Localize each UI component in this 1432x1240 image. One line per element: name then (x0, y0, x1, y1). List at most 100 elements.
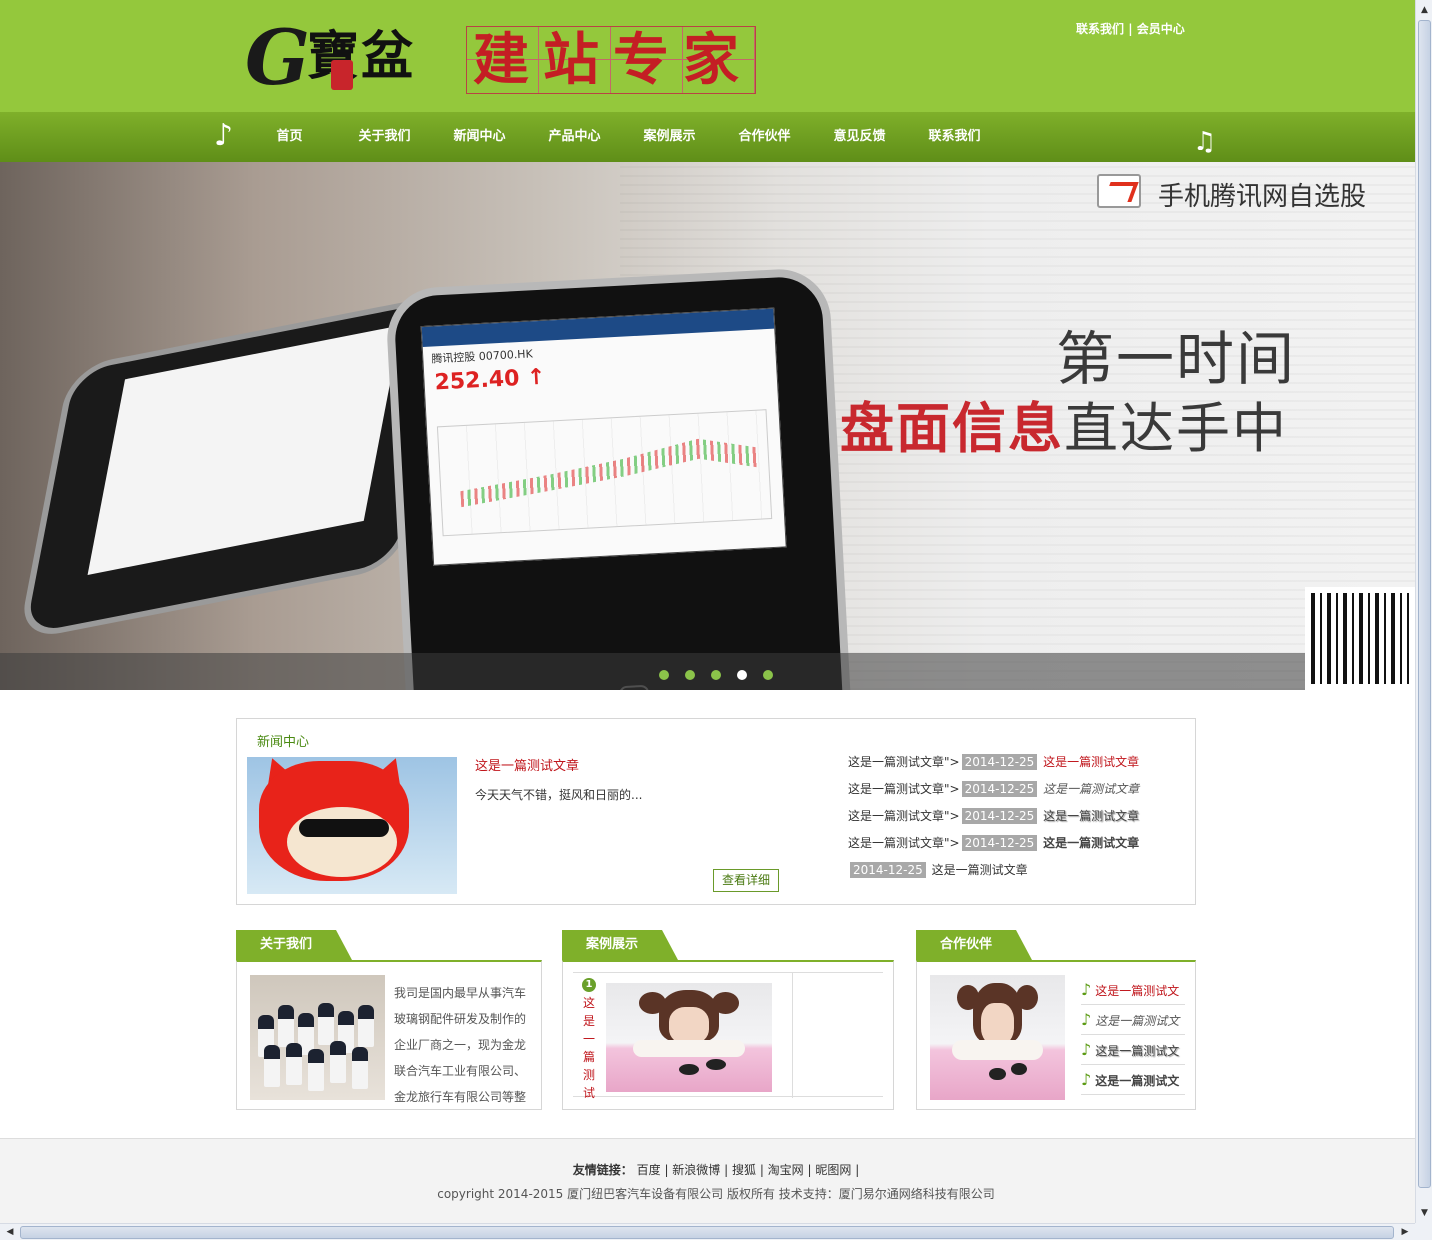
about-body: 我司是国内最早从事汽车玻璃钢配件研发及制作的企业厂商之一，现为金龙联合汽车工业有… (236, 960, 542, 1110)
nav-menu: 首页 关于我们 新闻中心 产品中心 案例展示 合作伙伴 意见反馈 联系我们 (242, 112, 1002, 162)
banner-headline-2-red: 盘面信息 (840, 397, 1064, 460)
slide-dots (659, 670, 773, 680)
nav-item-feedback[interactable]: 意见反馈 (812, 112, 907, 162)
partners-tab[interactable]: 合作伙伴 (916, 930, 1033, 960)
nav-item-products[interactable]: 产品中心 (527, 112, 622, 162)
phone-screen: 腾讯控股 00700.HK 252.40 ↑ (420, 307, 787, 566)
qr-code (1305, 587, 1415, 690)
partner-list-item[interactable]: ♪ 这是一篇测试文 (1081, 1065, 1185, 1095)
news-list-item[interactable]: 这是一篇测试文章"> 2014-12-25 这是一篇测试文章 (848, 803, 1188, 830)
news-list-link[interactable]: 这是一篇测试文章 (932, 863, 1028, 877)
top-link-member[interactable]: 会员中心 (1137, 22, 1185, 36)
news-list-item[interactable]: 这是一篇测试文章"> 2014-12-25 这是一篇测试文章 (848, 830, 1188, 857)
logo-mark: G 寶盆 (243, 18, 461, 98)
news-date-badge: 2014-12-25 (850, 862, 926, 878)
slide-dot-3[interactable] (711, 670, 721, 680)
horizontal-scroll-thumb[interactable] (20, 1226, 1394, 1239)
slide-dot-4[interactable] (737, 670, 747, 680)
case-number-badge: 1 (582, 978, 596, 992)
banner-app-title: 手机腾讯网自选股 (1158, 182, 1367, 212)
friend-link[interactable]: 百度 (637, 1163, 661, 1177)
partner-list: ♪ 这是一篇测试文 ♪ 这是一篇测试文 ♪ 这是一篇测试文 ♪ 这是一篇测试文 (1081, 975, 1185, 1095)
news-list-link[interactable]: 这是一篇测试文章 (1043, 755, 1139, 769)
news-section-title[interactable]: 新闻中心 (257, 731, 309, 750)
nav-item-home[interactable]: 首页 (242, 112, 337, 162)
news-list-item[interactable]: 2014-12-25 这是一篇测试文章 (848, 857, 1188, 884)
news-article-title[interactable]: 这是一篇测试文章 (475, 755, 579, 774)
news-date-badge: 2014-12-25 (961, 781, 1038, 797)
cases-body: 1 这是一篇测试 (562, 960, 894, 1110)
about-group-photo (250, 975, 385, 1100)
scrollbar-corner (1415, 1223, 1432, 1240)
music-note-icon: ♪ (1081, 1070, 1092, 1089)
logo-seal (331, 60, 353, 90)
view-detail-button[interactable]: 查看详细 (713, 869, 779, 892)
site-logo[interactable]: G 寶盆 建站专家 (243, 18, 758, 98)
news-list-link[interactable]: 这是一篇测试文章 (1043, 782, 1139, 796)
news-article-desc: 今天天气不错，挺风和日丽的... (475, 788, 643, 802)
copyright: copyright 2014-2015 厦门纽巴客汽车设备有限公司 版权所有 技… (437, 1187, 995, 1201)
horizontal-scrollbar[interactable]: ◀ ▶ (0, 1223, 1415, 1240)
case-title[interactable]: 这是一篇测试 (583, 994, 597, 1102)
news-list-item[interactable]: 这是一篇测试文章"> 2014-12-25 这是一篇测试文章 (848, 776, 1188, 803)
news-list: 这是一篇测试文章"> 2014-12-25 这是一篇测试文章 这是一篇测试文章">… (848, 749, 1188, 884)
scroll-right-icon[interactable]: ▶ (1397, 1225, 1413, 1239)
slide-dot-2[interactable] (685, 670, 695, 680)
music-note-icon: ♪ (214, 118, 234, 153)
news-list-link[interactable]: 这是一篇测试文章 (1043, 809, 1139, 823)
friend-link[interactable]: 淘宝网 (768, 1163, 804, 1177)
news-date-badge: 2014-12-25 (961, 808, 1038, 824)
slide-dot-1[interactable] (659, 670, 669, 680)
news-section: 新闻中心 这是一篇测试文章 今天天气不错，挺风和日丽的... 查看详细 这是一篇… (236, 718, 1196, 905)
site-footer: 友情链接： 百度 | 新浪微博 | 搜狐 | 淘宝网 | 昵图网 | copyr… (0, 1138, 1415, 1224)
nav-item-cases[interactable]: 案例展示 (622, 112, 717, 162)
top-link-separator: | (1128, 22, 1133, 36)
nav-item-news[interactable]: 新闻中心 (432, 112, 527, 162)
news-date-badge: 2014-12-25 (961, 754, 1038, 770)
case-image[interactable] (606, 983, 772, 1092)
vertical-scrollbar[interactable]: ▲ ▼ (1415, 0, 1432, 1223)
news-list-link[interactable]: 这是一篇测试文章 (1043, 836, 1139, 850)
friend-links: 友情链接： 百度 | 新浪微博 | 搜狐 | 淘宝网 | 昵图网 | (572, 1163, 860, 1177)
friend-link[interactable]: 搜狐 (732, 1163, 756, 1177)
news-thumbnail[interactable] (247, 757, 457, 894)
scroll-down-icon[interactable]: ▼ (1418, 1205, 1431, 1221)
friend-link[interactable]: 新浪微博 (672, 1163, 720, 1177)
banner-headline-2-dark: 直达手中 (1064, 397, 1288, 460)
logo-title-box: 建站专家 (466, 26, 756, 94)
top-link-contact[interactable]: 联系我们 (1076, 22, 1124, 36)
phone-front-image: 腾讯控股 00700.HK 252.40 ↑ (384, 266, 856, 690)
top-links: 联系我们 | 会员中心 (1076, 20, 1185, 37)
logo-brand: 寶盆 (307, 26, 416, 87)
phone-stock-price: 252.40 ↑ (433, 364, 547, 396)
logo-g-letter: G (245, 13, 310, 102)
nav-item-about[interactable]: 关于我们 (337, 112, 432, 162)
case-item[interactable]: 1 这是一篇测试 (573, 972, 883, 1100)
partner-list-item[interactable]: ♪ 这是一篇测试文 (1081, 975, 1185, 1005)
partner-list-item[interactable]: ♪ 这是一篇测试文 (1081, 1005, 1185, 1035)
partner-list-item[interactable]: ♪ 这是一篇测试文 (1081, 1035, 1185, 1065)
stock-app-icon (1097, 174, 1141, 208)
cases-panel: 案例展示 1 这是一篇测试 (562, 930, 894, 1110)
music-note-icon: ♪ (1081, 1010, 1092, 1029)
nav-item-partners[interactable]: 合作伙伴 (717, 112, 812, 162)
partners-panel: 合作伙伴 ♪ 这是一篇测试文 ♪ 这是一篇测试文 ♪ 这是一篇测试文 ♪ 这是一篇测试文 (916, 930, 1196, 1110)
nav-item-contact[interactable]: 联系我们 (907, 112, 1002, 162)
scroll-up-icon[interactable]: ▲ (1418, 2, 1431, 18)
friend-link[interactable]: 昵图网 (815, 1163, 851, 1177)
about-panel: 关于我们 我司是国内最早从事汽车玻璃钢配件研发及制作的企业厂商之一，现为金龙联合… (236, 930, 542, 1110)
logo-title: 建站专家 (473, 27, 753, 93)
slide-dot-5[interactable] (763, 670, 773, 680)
music-notes-icon: ♫ (1193, 127, 1217, 157)
main-nav: ♪ 首页 关于我们 新闻中心 产品中心 案例展示 合作伙伴 意见反馈 联系我们 … (0, 112, 1415, 162)
about-tab[interactable]: 关于我们 (236, 930, 353, 960)
scroll-left-icon[interactable]: ◀ (2, 1225, 18, 1239)
vertical-scroll-thumb[interactable] (1418, 20, 1431, 1188)
cases-tab[interactable]: 案例展示 (562, 930, 679, 960)
hero-banner[interactable]: 手机腾讯网自选股 第一时间 盘面信息直达手中 腾讯控股 00700.HK 252… (0, 162, 1415, 690)
about-text: 我司是国内最早从事汽车玻璃钢配件研发及制作的企业厂商之一，现为金龙联合汽车工业有… (394, 986, 527, 1104)
partner-image[interactable] (930, 975, 1065, 1100)
news-list-item[interactable]: 这是一篇测试文章"> 2014-12-25 这是一篇测试文章 (848, 749, 1188, 776)
music-note-icon: ♪ (1081, 1040, 1092, 1059)
news-date-badge: 2014-12-25 (961, 835, 1038, 851)
